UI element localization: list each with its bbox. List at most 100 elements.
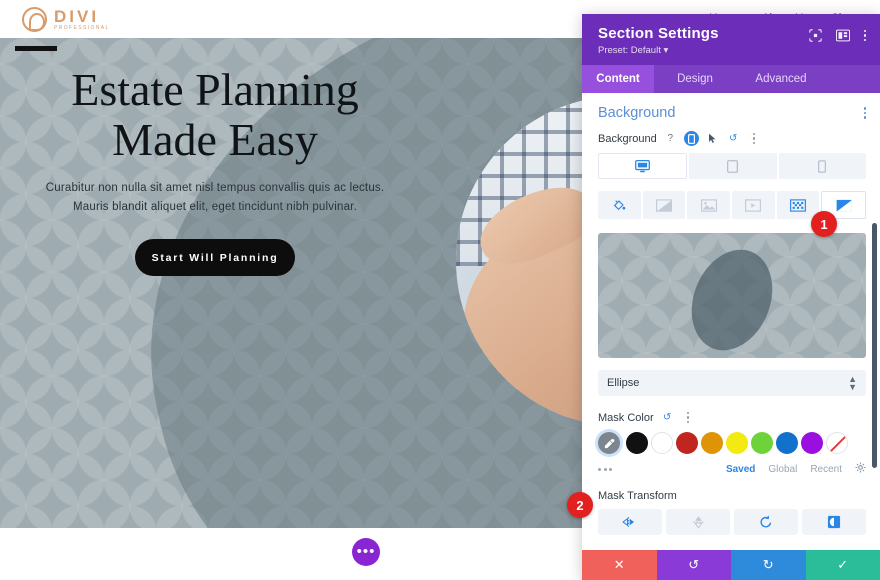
logo-subtitle: PROFESSIONAL (54, 24, 110, 31)
redo-button[interactable]: ↻ (731, 550, 806, 580)
save-button[interactable]: ✓ (805, 550, 880, 580)
mask-icon (836, 199, 852, 211)
desktop-icon (635, 159, 651, 172)
phone-icon (818, 159, 827, 173)
more-vertical-icon[interactable] (747, 131, 762, 146)
rotate-button[interactable] (734, 509, 798, 535)
ellipsis-icon[interactable] (598, 467, 612, 471)
page-settings-fab[interactable]: ••• (352, 538, 380, 566)
section-settings-panel: Section Settings Preset: Default ▾ Conte… (582, 14, 880, 580)
swatch-red[interactable] (676, 432, 698, 454)
tablet-icon (727, 159, 739, 173)
site-logo[interactable]: DIVI PROFESSIONAL (22, 6, 110, 32)
pattern-icon (790, 198, 806, 212)
panel-tabs: Content Design Advanced (582, 65, 880, 93)
panel-action-bar: ✕ ↺ ↻ ✓ (582, 550, 880, 580)
mask-color-label: Mask Color (598, 411, 654, 424)
flip-vertical-icon (692, 516, 704, 529)
more-vertical-icon[interactable] (863, 107, 866, 119)
section-title[interactable]: Background (598, 105, 675, 121)
bg-type-video[interactable] (732, 191, 775, 219)
device-tab-tablet[interactable] (689, 153, 777, 179)
palette-tab-saved[interactable]: Saved (726, 464, 755, 475)
background-section-header: Background (598, 105, 866, 121)
palette-tab-recent[interactable]: Recent (810, 464, 842, 475)
swatch-green[interactable] (751, 432, 773, 454)
panel-body: Background Background ? ↺ Ellipse ▲ ▼ Ma… (582, 93, 880, 550)
hero-subtitle: Curabitur non nulla sit amet nisl tempus… (15, 179, 415, 217)
step-badge-2: 2 (567, 492, 593, 518)
responsive-toggle-icon[interactable] (683, 131, 699, 146)
paint-bucket-icon (614, 200, 626, 211)
bg-type-image[interactable] (687, 191, 731, 219)
hero-cta-button[interactable]: Start Will Planning (135, 239, 295, 277)
hero-subtitle-line-2: Mauris blandit aliquet elit, eget tincid… (73, 201, 357, 214)
image-icon (700, 198, 717, 212)
color-picker-swatch[interactable] (598, 432, 620, 454)
close-icon: ✕ (613, 557, 625, 572)
focus-target-icon[interactable] (808, 29, 822, 42)
tab-content[interactable]: Content (582, 65, 654, 93)
palette-tabs: Saved Global Recent (726, 462, 866, 476)
tab-advanced[interactable]: Advanced (736, 65, 826, 93)
mask-color-label-row: Mask Color ↺ (598, 410, 866, 425)
panel-title: Section Settings (598, 25, 719, 42)
preview-ellipse-shape (677, 237, 788, 358)
help-icon[interactable]: ? (663, 131, 678, 146)
gear-icon[interactable] (855, 462, 866, 476)
cancel-button[interactable]: ✕ (582, 550, 657, 580)
mask-shape-select[interactable]: Ellipse ▲ ▼ (598, 370, 866, 396)
more-vertical-icon[interactable] (863, 29, 866, 42)
rotate-icon (760, 515, 772, 528)
gradient-icon (656, 198, 672, 212)
panel-scrollbar[interactable] (872, 223, 877, 468)
flip-horizontal-button[interactable] (598, 509, 662, 535)
tab-design[interactable]: Design (654, 65, 736, 93)
preset-label: Preset: Default (598, 45, 661, 56)
undo-button[interactable]: ↺ (656, 550, 731, 580)
swatch-purple[interactable] (801, 432, 823, 454)
swatch-white[interactable] (651, 432, 673, 454)
hero-content: Estate Planning Made Easy Curabitur non … (15, 46, 415, 277)
divi-logo-icon (22, 6, 47, 32)
hero-title-line-1: Estate Planning (71, 64, 359, 115)
hero-divider (15, 46, 57, 51)
more-vertical-icon[interactable] (681, 410, 696, 425)
swatch-orange[interactable] (701, 432, 723, 454)
invert-button[interactable] (802, 509, 866, 535)
reset-icon[interactable]: ↺ (660, 410, 675, 425)
swatch-blue[interactable] (776, 432, 798, 454)
logo-title: DIVI (54, 6, 100, 26)
swatch-black[interactable] (626, 432, 648, 454)
check-icon: ✓ (837, 557, 849, 572)
panel-header-icons (808, 25, 866, 42)
flip-vertical-button[interactable] (666, 509, 730, 535)
palette-tab-global[interactable]: Global (768, 464, 797, 475)
layout-panel-icon[interactable] (835, 29, 850, 42)
swatch-yellow[interactable] (726, 432, 748, 454)
step-badge-1: 1 (811, 211, 837, 237)
bg-type-color[interactable] (598, 191, 641, 219)
mask-preview[interactable] (598, 233, 866, 358)
hover-cursor-icon[interactable] (705, 131, 720, 146)
device-tab-desktop[interactable] (598, 153, 688, 179)
redo-icon: ↻ (762, 557, 774, 572)
mask-color-swatches (598, 432, 866, 454)
background-field-row: Background ? ↺ (598, 131, 866, 146)
reset-icon[interactable]: ↺ (726, 131, 741, 146)
panel-preset-selector[interactable]: Preset: Default ▾ (598, 45, 719, 56)
swatch-transparent[interactable] (826, 432, 848, 454)
eyedropper-icon (604, 438, 614, 448)
mask-transform-label-row: Mask Transform (598, 490, 866, 502)
device-tab-phone[interactable] (778, 153, 866, 179)
video-icon (745, 198, 762, 212)
invert-icon (827, 515, 841, 529)
swatch-footer: Saved Global Recent (598, 460, 866, 476)
hero-title-line-2: Made Easy (112, 114, 318, 166)
chevron-updown-icon: ▲ ▼ (848, 373, 857, 392)
mask-shape-value: Ellipse (607, 377, 640, 389)
bg-type-gradient[interactable] (642, 191, 686, 219)
logo-text: DIVI PROFESSIONAL (54, 8, 110, 31)
undo-icon: ↺ (688, 557, 700, 572)
panel-header: Section Settings Preset: Default ▾ (582, 14, 880, 65)
